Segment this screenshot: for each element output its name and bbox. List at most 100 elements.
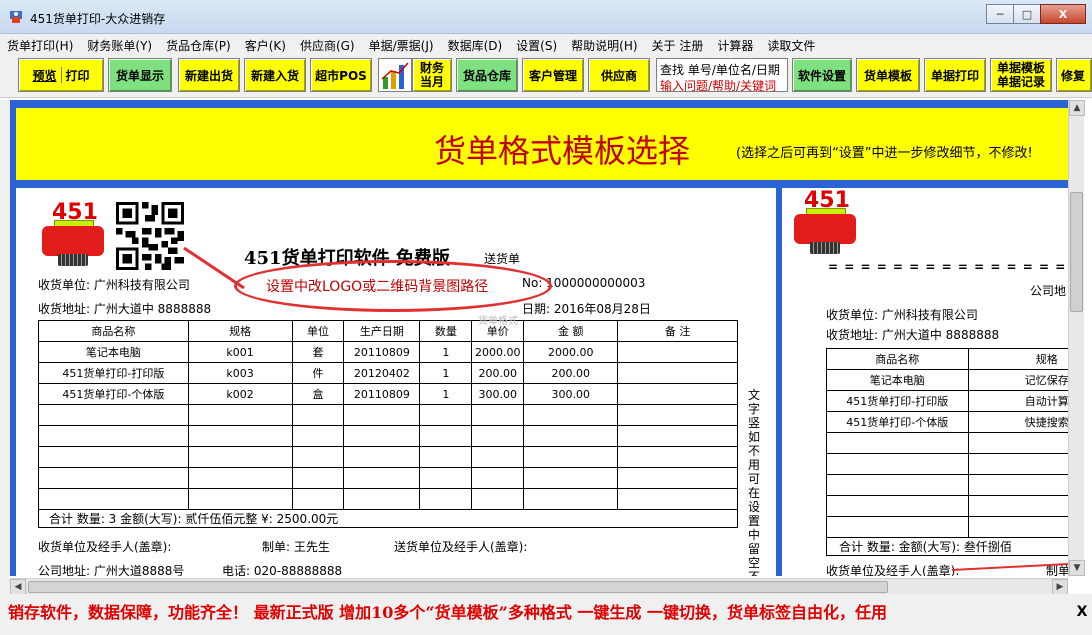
table-row: 笔记本电脑 k001 套 20110809 1 2000.00 2000.00 <box>38 341 738 363</box>
column-header: 数量 <box>419 320 473 342</box>
divider <box>60 67 62 83</box>
annotation-text: 设置中改LOGO或二维码背景图路径 <box>266 279 489 295</box>
window-title: 451货单打印-大众进销存 <box>30 12 166 26</box>
table-cell: k001 <box>187 341 293 363</box>
table-cell <box>617 383 738 405</box>
table-cell: 20110809 <box>343 341 421 363</box>
maximize-button[interactable]: □ <box>1013 4 1041 24</box>
preview-label[interactable]: 预览 <box>32 67 56 84</box>
minimize-button[interactable]: ─ <box>986 4 1014 24</box>
logo-body <box>42 226 104 256</box>
empty-row <box>38 488 738 510</box>
supplier-button[interactable]: 供应商 <box>588 58 650 92</box>
table-row: 笔记本电脑 记忆保存 <box>826 369 1068 391</box>
menu-documents[interactable]: 单据/票据(J) <box>362 34 441 54</box>
menu-about[interactable]: 关于 注册 <box>645 34 711 54</box>
finance-month-button[interactable]: 财务 当月 <box>412 58 452 92</box>
invoice-template-button[interactable]: 货单模板 <box>856 58 920 92</box>
logo-body <box>794 214 856 244</box>
receiver-unit: 收货单位: 广州科技有限公司 <box>38 278 190 292</box>
table-header-row: 商品名称 规格 <box>826 348 1068 370</box>
table-cell: 200.00 <box>471 362 525 384</box>
repair-button[interactable]: 修复 <box>1056 58 1092 92</box>
customer-mgmt-button[interactable]: 客户管理 <box>522 58 584 92</box>
menu-warehouse[interactable]: 货品仓库(P) <box>159 34 238 54</box>
company-address: 公司地址: 广州大道8888号 <box>38 564 185 576</box>
column-header: 金 额 <box>523 320 619 342</box>
column-header: 商品名称 <box>38 320 189 342</box>
toolbar: 预览 打印 货单显示 新建出货 新建入货 超市POS 财务 当月 货品仓库 客户… <box>0 54 1092 98</box>
receiver-address: 收货地址: 广州大道中 8888888 <box>826 328 1000 342</box>
doc-template-button[interactable]: 单据模板 单据记录 <box>990 58 1052 92</box>
table-cell: 1 <box>419 383 473 405</box>
watermark: 货单格式 <box>478 316 518 327</box>
receiver-unit: 收货单位: 广州科技有限公司 <box>826 308 978 322</box>
promo-ticker: 销存软件，数据保障，功能齐全！ 最新正式版 增加10多个“货单模板”多种格式 一… <box>0 594 1092 635</box>
table-header-row: 商品名称 规格 单位 生产日期 数量 单价 金 额 备 注 <box>38 320 738 342</box>
items-table: 商品名称 规格 单位 生产日期 数量 单价 金 额 备 注 笔记本电脑 k001… <box>38 320 738 528</box>
table-cell: 盒 <box>291 383 345 405</box>
new-outbound-button[interactable]: 新建出货 <box>178 58 240 92</box>
menu-database[interactable]: 数据库(D) <box>441 34 510 54</box>
scroll-right-icon[interactable]: ▶ <box>1052 579 1068 595</box>
title-bar: 451货单打印-大众进销存 ─ □ X <box>0 0 1092 34</box>
preview-print-button[interactable]: 预览 打印 <box>18 58 104 92</box>
column-header: 规格 <box>187 320 293 342</box>
vertical-scroll-thumb[interactable] <box>1070 192 1083 312</box>
empty-row <box>826 432 1068 454</box>
column-header: 单位 <box>291 320 345 342</box>
menu-customer[interactable]: 客户(K) <box>238 34 293 54</box>
table-cell: 2000.00 <box>471 341 525 363</box>
search-input[interactable]: 查找 单号/单位名/日期 输入问题/帮助/关键词 <box>656 58 788 93</box>
warehouse-button[interactable]: 货品仓库 <box>456 58 518 92</box>
menu-supplier[interactable]: 供应商(G) <box>293 34 362 54</box>
table-cell: 20120402 <box>343 362 421 384</box>
scroll-up-icon[interactable]: ▲ <box>1069 100 1085 116</box>
table-cell: 20110809 <box>343 383 421 405</box>
divider-dashes: = = = = = = = = = = = = = = = = = = = = … <box>828 260 1068 274</box>
vertical-note: 文字 竖 如不用可在设置中留空不显示 <box>748 388 761 576</box>
empty-row <box>38 446 738 468</box>
column-header: 规格 <box>967 348 1068 370</box>
vertical-scrollbar[interactable]: ▲ ▼ <box>1068 100 1085 576</box>
horizontal-scrollbar[interactable]: ◀ ▶ <box>10 578 1068 595</box>
total-row: 合计 数量: 金额(大写): 叁仟捌佰 <box>826 537 1068 556</box>
ticker-close-button[interactable]: X <box>1072 604 1092 624</box>
banner-title: 货单格式模板选择 <box>434 132 691 170</box>
software-settings-button[interactable]: 软件设置 <box>792 58 852 92</box>
horizontal-scroll-thumb[interactable] <box>28 581 888 593</box>
menu-calculator[interactable]: 计算器 <box>710 34 760 54</box>
scroll-down-icon[interactable]: ▼ <box>1069 560 1085 576</box>
menu-invoice-print[interactable]: 货单打印(H) <box>0 34 80 54</box>
template-preview-2[interactable]: 451 = = = = = = = = = = = = = = = = = = … <box>782 188 1068 576</box>
menu-open-file[interactable]: 读取文件 <box>760 34 822 54</box>
logo-tray <box>810 242 840 254</box>
column-header: 生产日期 <box>343 320 421 342</box>
table-cell: 2000.00 <box>523 341 619 363</box>
print-label[interactable]: 打印 <box>66 67 90 84</box>
doc-record-label: 单据记录 <box>996 75 1045 89</box>
table-cell: 记忆保存 <box>967 369 1068 391</box>
menu-bar: 货单打印(H) 财务账单(Y) 货品仓库(P) 客户(K) 供应商(G) 单据/… <box>0 34 1092 54</box>
scroll-left-icon[interactable]: ◀ <box>10 579 26 595</box>
menu-help[interactable]: 帮助说明(H) <box>564 34 644 54</box>
pos-button[interactable]: 超市POS <box>310 58 372 92</box>
menu-settings[interactable]: 设置(S) <box>509 34 564 54</box>
template-preview-1[interactable]: 451 451货单打印软件 免费版 送货单 收货单位: 广州科技有限公司 收货地… <box>16 188 776 576</box>
doc-print-button[interactable]: 单据打印 <box>924 58 986 92</box>
doc-template-label: 单据模板 <box>996 61 1045 75</box>
show-invoice-button[interactable]: 货单显示 <box>108 58 172 92</box>
template-selection-area: 货单格式模板选择 (选择之后可再到“设置”中进一步修改细节，不修改! 451 4… <box>10 100 1068 576</box>
menu-finance[interactable]: 财务账单(Y) <box>80 34 159 54</box>
banner: 货单格式模板选择 (选择之后可再到“设置”中进一步修改细节，不修改! <box>16 108 1068 180</box>
app-icon <box>10 11 22 23</box>
new-inbound-button[interactable]: 新建入货 <box>244 58 306 92</box>
table-cell: 自动计算 <box>967 390 1068 412</box>
company-phone: 电话: 020-88888888 <box>222 564 343 576</box>
close-button[interactable]: X <box>1040 4 1086 24</box>
printer-logo: 451 <box>38 200 110 270</box>
empty-row <box>38 404 738 426</box>
table-row: 451货单打印-打印版 自动计算 <box>826 390 1068 412</box>
table-cell: 451货单打印-个体版 <box>826 411 969 433</box>
chart-button[interactable] <box>378 58 412 92</box>
